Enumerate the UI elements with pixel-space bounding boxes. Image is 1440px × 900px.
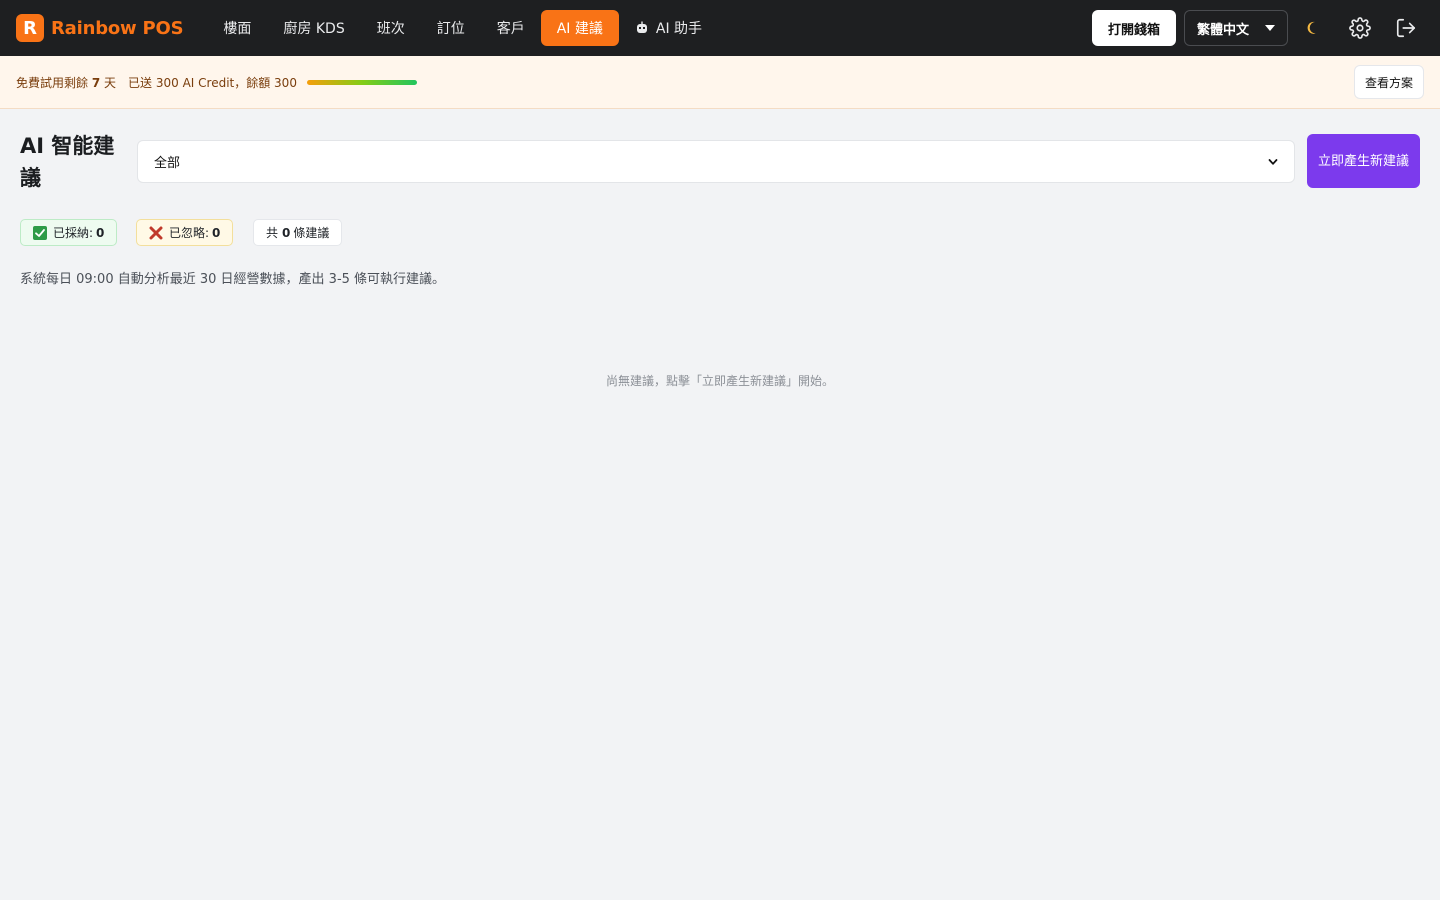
moon-icon bbox=[1307, 21, 1316, 34]
schedule-description: 系統每日 09:00 自動分析最近 30 日經營數據，產出 3-5 條可執行建議… bbox=[20, 272, 446, 287]
generate-suggestions-button[interactable]: 立即產生新建議 bbox=[1307, 134, 1420, 188]
open-cash-drawer-button[interactable]: 打開錢箱 bbox=[1091, 10, 1176, 46]
header-actions: 打開錢箱 繁體中文 bbox=[1091, 10, 1440, 46]
view-plans-button[interactable]: 查看方案 bbox=[1353, 65, 1424, 99]
ignored-label: 已忽略: bbox=[169, 226, 210, 240]
ai-credit-progress-bar bbox=[306, 79, 417, 85]
trial-days: 7 bbox=[91, 75, 101, 90]
total-prefix: 共 bbox=[266, 226, 279, 240]
theme-toggle-button[interactable] bbox=[1302, 16, 1326, 40]
top-nav-bar: R Rainbow POS 樓面 廚房 KDS 班次 訂位 客戶 AI 建議 A… bbox=[0, 0, 1440, 56]
adopted-count: 0 bbox=[96, 225, 105, 240]
trial-suffix: 天 bbox=[104, 75, 117, 90]
robot-icon bbox=[636, 21, 647, 33]
logout-icon bbox=[1396, 18, 1416, 38]
cross-mark-icon bbox=[149, 226, 163, 239]
trial-prefix: 免費試用剩餘 bbox=[16, 75, 89, 90]
main-nav: 樓面 廚房 KDS 班次 訂位 客戶 AI 建議 AI 助手 bbox=[207, 10, 718, 46]
brand-logo-icon: R bbox=[16, 14, 44, 42]
language-select[interactable]: 繁體中文 bbox=[1183, 10, 1288, 46]
ignored-count-badge: 已忽略: 0 bbox=[136, 219, 234, 246]
nav-item-shifts[interactable]: 班次 bbox=[361, 10, 421, 46]
chevron-down-icon bbox=[1268, 158, 1278, 165]
trial-remaining: 免費試用剩餘 7 天 bbox=[16, 74, 116, 91]
filter-select-value: 全部 bbox=[154, 156, 181, 171]
nav-item-reservations[interactable]: 訂位 bbox=[421, 10, 481, 46]
nav-item-ai-assistant[interactable]: AI 助手 bbox=[619, 10, 718, 46]
total-count-badge: 共 0 條建議 bbox=[253, 219, 343, 246]
logout-button[interactable] bbox=[1394, 16, 1418, 40]
nav-item-ai-assistant-label: AI 助手 bbox=[655, 21, 703, 37]
trial-banner: 免費試用剩餘 7 天 已送 300 AI Credit，餘額 300 查看方案 bbox=[0, 56, 1440, 109]
page-title: AI 智能建議 bbox=[20, 134, 115, 190]
ai-credit-text: 已送 300 AI Credit，餘額 300 bbox=[128, 75, 297, 90]
nav-item-floor[interactable]: 樓面 bbox=[207, 10, 267, 46]
adopted-label: 已採納: bbox=[53, 226, 94, 240]
check-box-icon bbox=[33, 225, 47, 240]
brand-name: Rainbow POS bbox=[51, 17, 184, 39]
nav-item-ai-suggestions[interactable]: AI 建議 bbox=[540, 10, 619, 46]
gear-icon bbox=[1349, 17, 1371, 39]
suggestion-filter-select[interactable]: 全部 bbox=[137, 140, 1295, 183]
settings-button[interactable] bbox=[1348, 16, 1372, 40]
adopted-count-badge: 已採納: 0 bbox=[20, 219, 118, 246]
chevron-down-icon bbox=[1265, 25, 1275, 31]
nav-item-customers[interactable]: 客戶 bbox=[481, 10, 541, 46]
ai-credit-progress-fill bbox=[307, 80, 417, 85]
brand[interactable]: R Rainbow POS bbox=[16, 14, 184, 42]
total-suffix: 條建議 bbox=[293, 226, 330, 240]
ignored-count: 0 bbox=[212, 225, 221, 240]
total-count: 0 bbox=[282, 225, 291, 240]
nav-item-kitchen-kds[interactable]: 廚房 KDS bbox=[267, 10, 360, 46]
language-select-value: 繁體中文 bbox=[1196, 22, 1249, 38]
empty-state-message: 尚無建議，點擊「立即產生新建議」開始。 bbox=[605, 374, 834, 388]
